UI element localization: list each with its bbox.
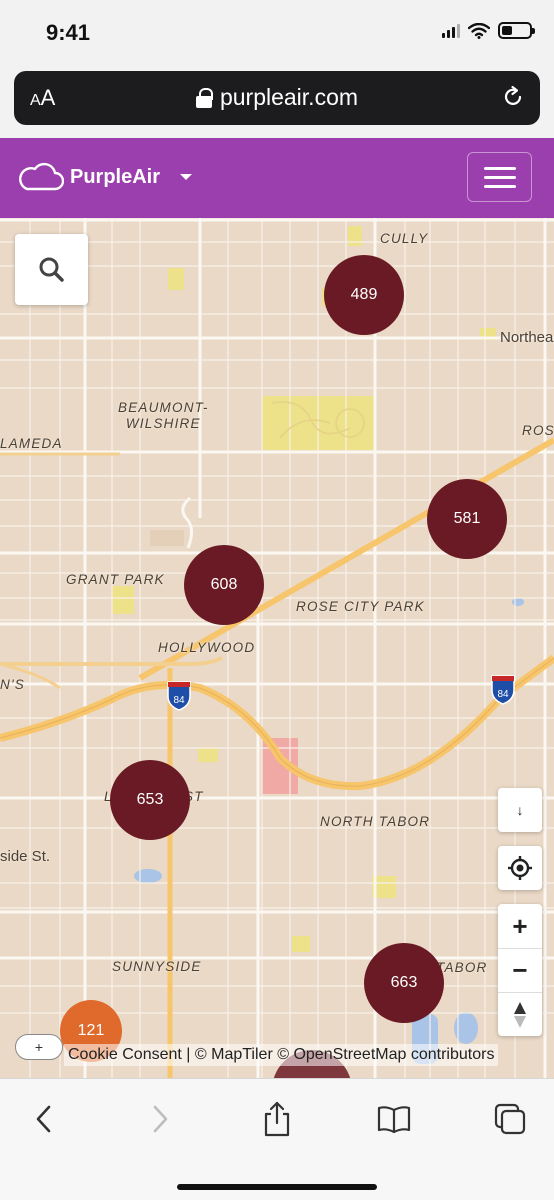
zoom-out-button[interactable]: − xyxy=(498,948,542,992)
map-streets: 84 84 xyxy=(0,218,554,1078)
app-header: PurpleAir xyxy=(0,138,554,218)
url-domain: purpleair.com xyxy=(219,84,359,110)
battery-icon xyxy=(498,22,535,39)
sensor-cluster[interactable]: 489 xyxy=(324,255,404,335)
place-label-grant-park: GRANT PARK xyxy=(66,572,165,587)
place-label-hollywood: HOLLYWOOD xyxy=(158,640,256,655)
locate-control[interactable] xyxy=(498,846,542,890)
place-label-north-tabor: NORTH TABOR xyxy=(320,814,431,829)
search-icon xyxy=(39,257,64,282)
tabs-icon xyxy=(494,1103,526,1135)
map-search-button[interactable] xyxy=(15,234,88,305)
brand-dropdown[interactable]: PurpleAir xyxy=(18,162,193,192)
brand-name: PurpleAir xyxy=(70,165,161,188)
place-label-cully: CULLY xyxy=(380,231,429,246)
share-icon xyxy=(264,1101,290,1137)
reload-icon[interactable] xyxy=(500,84,526,110)
cloud-logo-icon xyxy=(19,162,64,191)
svg-text:84: 84 xyxy=(173,695,185,706)
address-bar[interactable]: AA purpleair.com xyxy=(14,71,540,125)
bookmarks-icon xyxy=(377,1106,411,1134)
back-button[interactable] xyxy=(22,1097,66,1141)
forward-button[interactable] xyxy=(138,1097,182,1141)
sensor-cluster[interactable]: 608 xyxy=(184,545,264,625)
locate-me-icon[interactable] xyxy=(498,846,542,890)
url-display[interactable]: purpleair.com xyxy=(14,84,540,111)
status-bar: 9:41 xyxy=(0,0,554,66)
zoom-controls[interactable]: + − xyxy=(498,904,542,1036)
back-icon xyxy=(36,1105,51,1133)
place-label-northeast: Northea xyxy=(500,329,554,346)
i84-shield-left: 84 xyxy=(167,681,191,711)
sensor-cluster[interactable]: 581 xyxy=(427,479,507,559)
wifi-icon xyxy=(468,22,490,39)
north-arrow-control[interactable]: ↓ xyxy=(498,788,542,832)
place-label-rose: ROSE xyxy=(522,423,554,438)
north-arrow-icon[interactable]: ↓ xyxy=(498,788,542,832)
place-label-beaumont-wilshire: BEAUMONT- WILSHIRE xyxy=(118,400,209,431)
forward-icon xyxy=(153,1105,168,1133)
air-quality-map[interactable]: 84 84 CULLY Northea BEAUMONT- WILSHIRE R… xyxy=(0,218,554,1078)
place-label-ns: N'S xyxy=(0,677,25,692)
browser-toolbar xyxy=(0,1078,554,1200)
place-label-alameda: LAMEDA xyxy=(0,436,63,451)
tabs-button[interactable] xyxy=(488,1097,532,1141)
status-icons xyxy=(442,22,535,39)
street-label-burnside: side St. xyxy=(0,848,51,865)
compass-icon[interactable] xyxy=(498,992,542,1036)
hamburger-menu-button[interactable] xyxy=(467,152,532,202)
place-label-tabor: TABOR xyxy=(436,960,488,975)
i84-shield-right: 84 xyxy=(491,675,515,705)
map-attribution[interactable]: Cookie Consent | © MapTiler © OpenStreet… xyxy=(64,1044,499,1066)
place-label-sunnyside: SUNNYSIDE xyxy=(112,959,202,974)
place-label-rose-city-park: ROSE CITY PARK xyxy=(296,599,425,614)
svg-text:84: 84 xyxy=(497,689,509,700)
lock-icon xyxy=(195,87,213,108)
chevron-down-icon xyxy=(180,174,193,180)
home-indicator[interactable] xyxy=(177,1184,377,1190)
status-time: 9:41 xyxy=(46,20,91,45)
sensor-cluster[interactable]: 653 xyxy=(110,760,190,840)
cellular-signal-icon xyxy=(442,23,460,38)
bookmarks-button[interactable] xyxy=(372,1097,416,1141)
attribution-toggle-button[interactable]: + xyxy=(15,1034,63,1060)
sensor-cluster[interactable]: 663 xyxy=(364,943,444,1023)
share-button[interactable] xyxy=(255,1097,299,1141)
zoom-in-button[interactable]: + xyxy=(498,904,542,948)
